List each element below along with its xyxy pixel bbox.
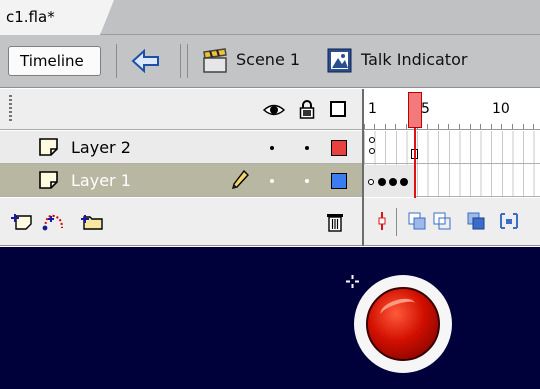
separator bbox=[396, 208, 397, 236]
layer-row-layer-1[interactable]: Layer 1 bbox=[0, 164, 362, 197]
playhead[interactable] bbox=[408, 92, 422, 128]
symbol-breadcrumb[interactable]: Talk Indicator bbox=[361, 50, 467, 69]
lock-icon[interactable] bbox=[299, 99, 315, 119]
ruler-tick bbox=[470, 124, 471, 129]
stage[interactable] bbox=[0, 247, 540, 389]
resize-grip[interactable] bbox=[9, 95, 12, 121]
layer-name[interactable]: Layer 2 bbox=[71, 138, 131, 157]
lock-dot[interactable] bbox=[305, 179, 309, 183]
ruler-tick bbox=[438, 124, 439, 129]
layer-tools-bar bbox=[0, 198, 362, 246]
ruler-tick bbox=[374, 124, 375, 129]
trash-icon[interactable] bbox=[323, 211, 347, 233]
keyframe[interactable] bbox=[400, 178, 408, 186]
document-tab-strip: c1.fla* bbox=[0, 0, 540, 35]
timeline-toggle-button[interactable]: Timeline bbox=[8, 46, 101, 76]
visibility-dot[interactable] bbox=[270, 146, 274, 150]
scene-breadcrumb[interactable]: Scene 1 bbox=[236, 50, 300, 69]
edit-bar: Timeline Scene 1 Talk Indicator bbox=[0, 35, 540, 88]
motion-guide-icon[interactable] bbox=[42, 210, 66, 232]
symbol-icon bbox=[327, 48, 352, 73]
ruler-tick bbox=[427, 124, 428, 129]
keyframe[interactable] bbox=[378, 178, 386, 186]
ruler-label-5: 5 bbox=[421, 101, 430, 117]
ruler-label-10: 10 bbox=[492, 101, 510, 117]
onion-skin-icon[interactable] bbox=[406, 210, 430, 232]
keyframe-empty[interactable] bbox=[369, 137, 375, 143]
layer-icon bbox=[39, 171, 58, 189]
separator bbox=[116, 44, 117, 78]
ruler-tick bbox=[512, 124, 513, 129]
ruler-tick bbox=[501, 124, 502, 129]
registration-point-icon bbox=[346, 275, 359, 288]
separator bbox=[187, 44, 188, 78]
outline-icon[interactable] bbox=[330, 101, 346, 117]
insert-layer-icon[interactable] bbox=[10, 210, 34, 232]
scene-clapper-icon bbox=[203, 48, 227, 73]
ruler-tick bbox=[523, 124, 524, 129]
frame-ruler[interactable]: 1 5 10 bbox=[364, 89, 540, 130]
ruler-tick bbox=[448, 124, 449, 129]
keyframe-empty[interactable] bbox=[369, 148, 375, 154]
layer-name[interactable]: Layer 1 bbox=[71, 171, 131, 190]
ruler-tick bbox=[491, 124, 492, 129]
frame-tools-bar bbox=[364, 198, 540, 246]
eye-icon[interactable] bbox=[263, 103, 285, 117]
frame-span[interactable] bbox=[364, 165, 416, 197]
ruler-tick bbox=[364, 124, 365, 129]
lock-dot[interactable] bbox=[305, 146, 309, 150]
modify-onion-markers-icon[interactable] bbox=[497, 210, 521, 232]
keyframe-empty[interactable] bbox=[368, 179, 374, 185]
ruler-tick bbox=[533, 124, 534, 129]
insert-folder-icon[interactable] bbox=[80, 210, 104, 232]
back-arrow-icon[interactable] bbox=[131, 47, 161, 75]
separator bbox=[180, 44, 181, 78]
visibility-dot[interactable] bbox=[270, 179, 274, 183]
ruler-tick bbox=[406, 124, 407, 129]
document-tab[interactable]: c1.fla* bbox=[0, 0, 114, 35]
ruler-tick bbox=[395, 124, 396, 129]
layer-outline-color-box[interactable] bbox=[331, 140, 347, 156]
frame-row-layer-2[interactable] bbox=[364, 131, 540, 164]
ruler-tick bbox=[385, 124, 386, 129]
keyframe[interactable] bbox=[389, 178, 397, 186]
ruler-label-1: 1 bbox=[368, 101, 377, 117]
layer-header bbox=[0, 89, 362, 130]
layer-row-layer-2[interactable]: Layer 2 bbox=[0, 131, 362, 164]
ruler-tick bbox=[459, 124, 460, 129]
ruler-tick bbox=[480, 124, 481, 129]
timeline-button-label: Timeline bbox=[20, 52, 84, 70]
pencil-icon bbox=[232, 169, 249, 189]
layer-icon bbox=[39, 138, 58, 156]
onion-skin-outlines-icon[interactable] bbox=[431, 210, 455, 232]
document-tab-title: c1.fla* bbox=[6, 8, 55, 26]
layer-outline-color-box[interactable] bbox=[331, 173, 347, 189]
center-frame-icon[interactable] bbox=[370, 210, 394, 232]
edit-multiple-frames-icon[interactable] bbox=[465, 210, 489, 232]
